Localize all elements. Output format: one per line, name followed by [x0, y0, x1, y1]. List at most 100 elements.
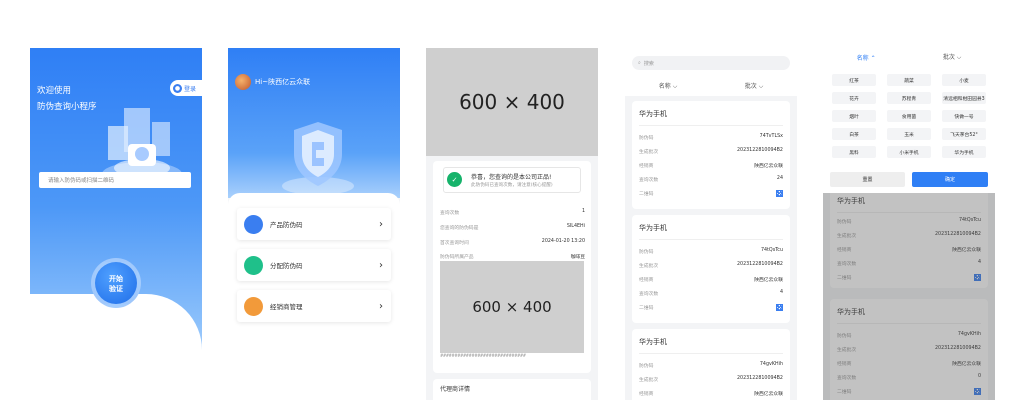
filter-name[interactable]: 名称 ⌃	[857, 53, 876, 62]
product-card[interactable]: 华为手机 防伪码 74TvTLSx 生成批次 2023122810094B2 经销商…	[632, 101, 790, 209]
screen-code-list: ⌕ 搜索 名称 ⌵ 批次 ⌵ 华为手机 防伪码 74TvTLSx 生成批次 2023…	[625, 48, 797, 400]
product-card[interactable]: 华为手机 防伪码 74gvKHih 生成批次 2023122810094B2 经销商…	[632, 329, 790, 400]
card-row: 生成批次 2023122810094B2	[639, 148, 783, 155]
filter-tag[interactable]: 飞天茅台52°	[942, 128, 986, 140]
shield-icon	[282, 122, 354, 195]
filter-tag[interactable]: 花卉	[832, 92, 876, 104]
filter-tag[interactable]: 小麦	[942, 74, 986, 86]
card-row: 经销商 陕西亿云众联	[639, 392, 783, 397]
modal-mask[interactable]	[823, 188, 995, 400]
chevron-down-icon: ⌵	[956, 54, 962, 61]
card-row: 防伪码 74tQsTcu	[639, 248, 783, 255]
chevron-right-icon: ›	[379, 300, 383, 312]
dealer-icon	[244, 296, 263, 316]
reset-button[interactable]: 重置	[830, 172, 905, 187]
filter-tag[interactable]: 快做一号	[942, 110, 986, 122]
login-button[interactable]: ● 登录	[170, 80, 202, 96]
start-label-2: 验证	[109, 285, 123, 293]
chevron-right-icon: ›	[379, 218, 383, 230]
user-icon: ●	[173, 83, 182, 93]
card-row: 生成批次 2023122810094B2	[639, 376, 783, 383]
info-value: 咖啡豆	[570, 255, 585, 260]
qr-code-icon[interactable]	[776, 304, 783, 311]
screen-merchant: Hi~陕西亿云众联 产品防伪码 › 分配防伪码 › 经销商管理 ›	[228, 48, 400, 400]
card-row: 二维码	[639, 190, 783, 197]
filter-tag[interactable]: 蔬菜	[887, 74, 931, 86]
menu-item-product-code[interactable]: 产品防伪码 ›	[237, 208, 391, 240]
confirm-button[interactable]: 确定	[912, 172, 988, 187]
info-key: 您查询的防伪码是	[440, 226, 479, 231]
info-key: 首次查询时间	[440, 241, 469, 246]
card-row: 二维码	[639, 304, 783, 311]
card-row: 经销商 陕西亿云众联	[639, 164, 783, 169]
divider	[639, 239, 783, 240]
dealer-detail-title: 代理商详情	[433, 379, 591, 400]
info-row: 首次查询时间 2024-01-20 13:20	[440, 239, 585, 246]
start-label-1: 开始	[109, 275, 123, 283]
search-icon: ⌕	[638, 60, 641, 66]
image-placeholder-top: 600 × 400	[426, 48, 598, 156]
menu-item-dealer[interactable]: 经销商管理 ›	[237, 290, 391, 322]
filter-name[interactable]: 名称 ⌵	[659, 81, 678, 91]
code-input[interactable]: 请输入防伪码或扫描二维码	[39, 172, 191, 188]
merchant-name: Hi~陕西亿云众联	[255, 78, 311, 86]
screen-filter: 华为手机 防伪码 74tQsTcu 生成批次 2023122810094B2 经销商…	[823, 48, 995, 400]
divider	[639, 125, 783, 126]
filter-tag[interactable]: 红茶	[832, 74, 876, 86]
filter-batch[interactable]: 批次 ⌵	[745, 81, 764, 91]
filter-tag[interactable]: 黑料	[832, 146, 876, 158]
welcome-line: 欢迎使用	[37, 86, 72, 96]
card-row: 查询次数 4	[639, 290, 783, 297]
filter-tag[interactable]: 苏程青	[887, 92, 931, 104]
chevron-down-icon: ⌵	[672, 83, 678, 90]
card-row: 防伪码 74TvTLSx	[639, 134, 783, 141]
start-verify-button[interactable]: 开始 验证	[91, 258, 141, 308]
info-value: 1	[581, 209, 585, 214]
filter-tag[interactable]: 白茶	[832, 128, 876, 140]
info-row: 防伪码所属产品 咖啡豆	[440, 253, 585, 260]
app-title: 防伪查询小程序	[37, 102, 97, 112]
verify-title: 恭喜，您查询的是本公司正品!	[471, 174, 552, 181]
check-shield-icon: ✓	[447, 172, 462, 187]
info-value: 2024-01-20 13:20	[541, 239, 585, 244]
verify-subtitle: 此防伪码已查询次数，请注意(核心提醒)	[471, 183, 553, 188]
info-row: 查询次数 1	[440, 209, 585, 216]
menu-label: 分配防伪码	[270, 262, 303, 270]
flag-icon	[244, 255, 263, 275]
filter-tag[interactable]: 玉米	[887, 128, 931, 140]
filter-tag[interactable]: 烟叶	[832, 110, 876, 122]
bottom-area	[30, 294, 202, 400]
card-row: 防伪码 74gvKHih	[639, 362, 783, 369]
search-placeholder: 搜索	[643, 60, 654, 67]
info-row: 您查询的防伪码是 SIL4EHi	[440, 224, 585, 231]
avatar	[235, 74, 251, 90]
chevron-down-icon: ⌵	[758, 83, 764, 90]
filter-tag[interactable]: 食用菌	[887, 110, 931, 122]
info-value: SIL4EHi	[566, 224, 585, 229]
menu-label: 产品防伪码	[270, 221, 303, 229]
filter-bar: 名称 ⌃ 批次 ⌵	[823, 48, 995, 66]
card-row: 查询次数 24	[639, 176, 783, 183]
info-key: 防伪码所属产品	[440, 255, 474, 260]
card-row: 经销商 陕西亿云众联	[639, 278, 783, 283]
divider	[639, 353, 783, 354]
filter-tag[interactable]: 华为手机	[942, 146, 986, 158]
screen-home: 欢迎使用 防伪查询小程序 ● 登录 请输入防伪码或扫描二维码 开始 验证	[30, 48, 202, 400]
screen-result: 600 × 400 ✓ 恭喜，您查询的是本公司正品! 此防伪码已查询次数，请注意…	[426, 48, 598, 400]
filter-batch[interactable]: 批次 ⌵	[943, 52, 962, 62]
product-title: 华为手机	[639, 224, 667, 232]
info-key: 查询次数	[440, 211, 460, 216]
filter-tag[interactable]: 小米手机	[887, 146, 931, 158]
chevron-right-icon: ›	[379, 259, 383, 271]
hash-text: ##############################	[440, 353, 526, 358]
welcome-text: 欢迎使用 防伪查询小程序	[37, 83, 97, 115]
qr-code-icon[interactable]	[776, 190, 783, 197]
search-input[interactable]: ⌕ 搜索	[632, 56, 790, 70]
filter-tag[interactable]: 清远相和柑田园县3	[942, 92, 986, 104]
product-card[interactable]: 华为手机 防伪码 74tQsTcu 生成批次 2023122810094B2 经销商…	[632, 215, 790, 323]
menu-label: 经销商管理	[270, 303, 303, 311]
menu-item-assign-code[interactable]: 分配防伪码 ›	[237, 249, 391, 281]
filter-bar: 名称 ⌵ 批次 ⌵	[625, 77, 797, 95]
product-title: 华为手机	[639, 338, 667, 346]
image-placeholder-bottom: 600 × 400	[440, 261, 584, 353]
